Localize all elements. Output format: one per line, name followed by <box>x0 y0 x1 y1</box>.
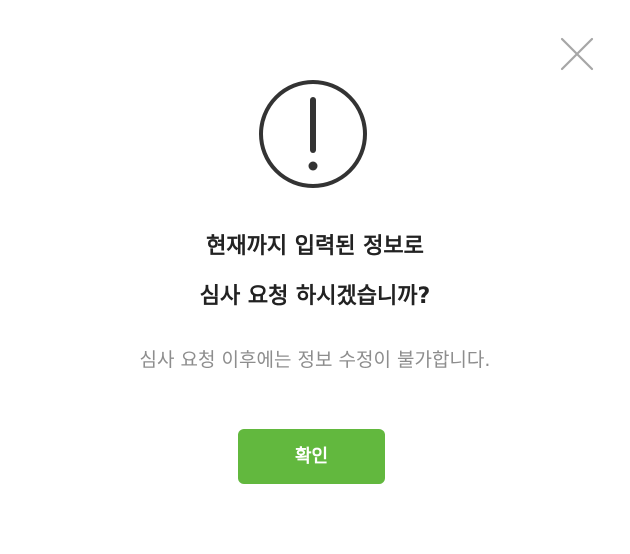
close-icon <box>560 37 594 71</box>
dialog-message: 심사 요청 이후에는 정보 수정이 불가합니다. <box>139 349 491 371</box>
confirm-button[interactable]: 확인 <box>238 429 385 484</box>
close-button[interactable] <box>557 34 597 74</box>
confirm-dialog: 현재까지 입력된 정보로 심사 요청 하시겠습니까? 심사 요청 이후에는 정보… <box>0 0 630 554</box>
dialog-title-line-1: 현재까지 입력된 정보로 <box>206 234 424 259</box>
exclamation-circle-icon <box>257 78 369 190</box>
dialog-title: 현재까지 입력된 정보로 심사 요청 하시겠습니까? <box>0 222 630 322</box>
dialog-title-line-2: 심사 요청 하시겠습니까? <box>199 284 431 309</box>
